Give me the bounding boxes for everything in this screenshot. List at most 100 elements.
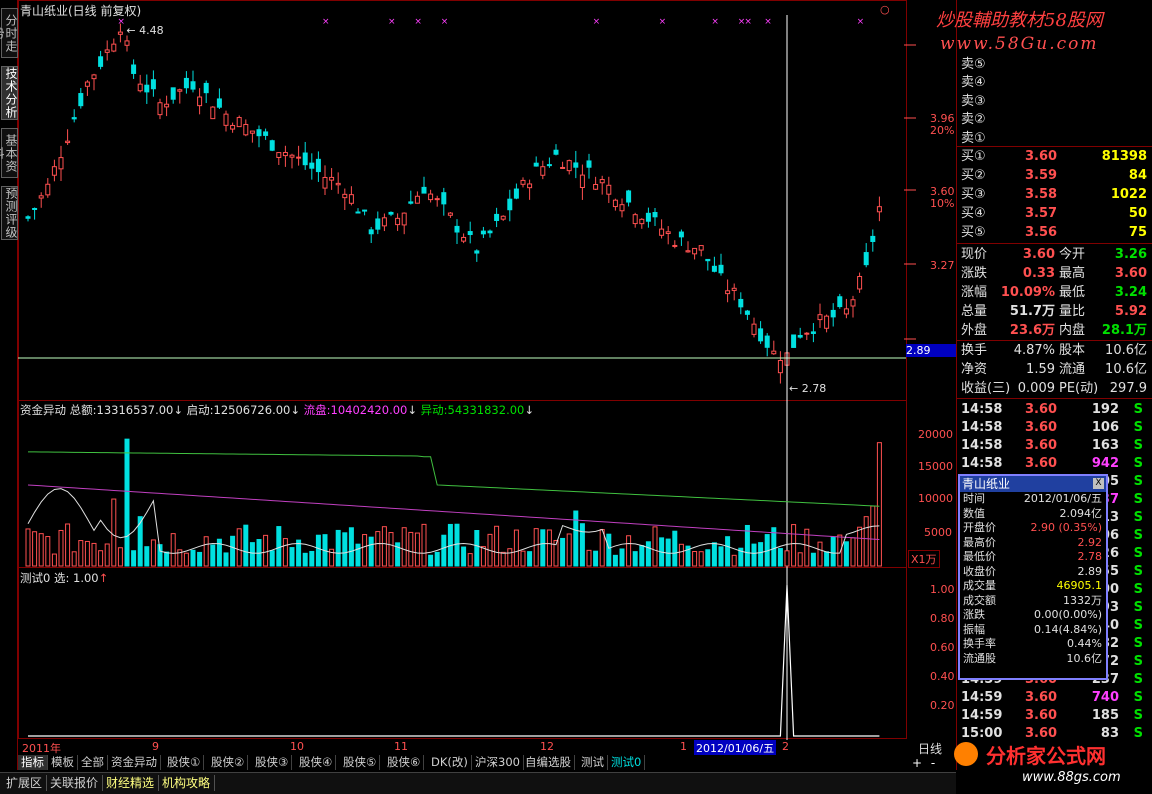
candle-body <box>388 211 394 215</box>
quote-row: 总量 51.7万 量比 5.92 <box>961 303 1151 321</box>
candle-body <box>25 216 31 219</box>
candle-body <box>150 79 156 90</box>
candle-body <box>368 229 374 235</box>
quote-label: 涨跌 <box>961 266 988 281</box>
candle-body <box>777 360 783 374</box>
tick-side: S <box>1133 438 1143 453</box>
volume-bar <box>84 540 90 567</box>
volume-bar <box>58 529 64 567</box>
formula-tab[interactable]: 全部 <box>78 755 108 770</box>
formula-tab[interactable]: 股侠④ <box>296 755 337 770</box>
data-popup-window[interactable]: 青山纸业 X 时间 2012/01/06/五 数值 2.094亿 开盘价 2.90 (0.… <box>958 474 1108 680</box>
formula-tab[interactable]: DK(改) <box>428 755 472 770</box>
tick-price: 3.60 <box>1025 708 1058 723</box>
site-logo-bottom: 分析家公式网 www.88gs.com <box>930 736 1152 793</box>
formula-tab[interactable]: 股侠② <box>208 755 249 770</box>
fund-label: 换手 <box>961 343 988 358</box>
ask-row[interactable]: 卖② <box>961 111 1151 129</box>
tab-related-quotes[interactable]: 关联报价 <box>46 775 104 791</box>
formula-tab[interactable]: 股侠③ <box>252 755 293 770</box>
tick-row: 14:59 3.60 740 S <box>961 689 1151 707</box>
candle-body <box>276 152 282 158</box>
formula-tab[interactable]: 股侠⑤ <box>340 755 381 770</box>
candle-body <box>111 43 117 52</box>
volume-bar <box>131 550 137 567</box>
candle-body <box>863 252 869 266</box>
quote-value: 0.33 <box>1022 266 1055 281</box>
bid-row[interactable]: 买④ 3.57 50 <box>961 205 1151 223</box>
candle-body <box>32 207 38 210</box>
zoom-in-button[interactable]: + <box>910 755 924 771</box>
candle-body <box>104 49 110 53</box>
bid-row[interactable]: 买⑤ 3.56 75 <box>961 224 1151 242</box>
volume-bar <box>170 533 176 567</box>
formula-tab[interactable]: 测试0 <box>608 755 646 770</box>
tab-finance-picks[interactable]: 财经精选 <box>102 775 160 791</box>
bid-row[interactable]: 买③ 3.58 1022 <box>961 186 1151 204</box>
logo-top-title: 炒股輔助教材58股网 <box>936 10 1103 31</box>
date-label-2: 2 <box>782 740 789 753</box>
fund-label: 流通 <box>1059 362 1086 377</box>
bottom-bar: 扩展区 关联报价 财经精选 机构攻略 <box>0 772 956 794</box>
signal-marker: × <box>414 17 422 27</box>
popup-value: 46905.1 <box>1056 579 1103 592</box>
fundamental-row: 换手 4.87% 股本 10.6亿 <box>961 342 1151 360</box>
candle-body <box>461 236 467 242</box>
candle-body <box>355 211 361 214</box>
tab-institution-strategy[interactable]: 机构攻略 <box>158 775 216 791</box>
volume-bar <box>98 550 104 567</box>
tab-expand-area[interactable]: 扩展区 <box>2 775 48 791</box>
popup-rows: 时间 2012/01/06/五 数值 2.094亿 开盘价 2.90 (0.35%) 最高价… <box>960 492 1106 666</box>
tab-technical[interactable]: 技术分析 <box>1 66 18 120</box>
kline-chart[interactable]: × × × × × × × × × × × ×← 4.48← 2.78 <box>18 0 956 740</box>
volume-bar <box>428 554 434 567</box>
tick-side: S <box>1133 456 1143 471</box>
tab-rating[interactable]: 预测评级 <box>1 186 18 240</box>
tick-side: S <box>1133 582 1143 597</box>
formula-tab[interactable]: 股侠① <box>164 755 205 770</box>
volume-bar <box>593 550 599 567</box>
volume-bar <box>71 551 77 567</box>
test-tick-060: 0.60 <box>930 641 955 654</box>
bid-row[interactable]: 买① 3.60 81398 <box>961 148 1151 166</box>
volume-bar <box>150 539 156 567</box>
candle-body <box>685 250 691 253</box>
close-icon[interactable]: X <box>1093 478 1104 489</box>
candle-body <box>758 328 764 342</box>
tab-fundamental[interactable]: 基本资料 <box>0 128 18 178</box>
formula-tab[interactable]: 模板 <box>48 755 78 770</box>
tab-timeshare[interactable]: 分时走势 <box>0 8 18 58</box>
candle-body <box>692 247 698 255</box>
volume-bar <box>626 535 632 567</box>
volume-bar <box>381 526 387 567</box>
candle-body <box>705 258 711 262</box>
formula-tab[interactable]: 自编选股 <box>522 755 575 770</box>
arrow-down-icon: ↓ <box>173 403 183 417</box>
volume-bar <box>51 553 57 567</box>
formula-tab[interactable]: 资金异动 <box>108 755 161 770</box>
popup-label: 开盘价 <box>963 521 996 534</box>
formula-tab[interactable]: 沪深300 <box>472 755 524 770</box>
ask-row[interactable]: 卖① <box>961 130 1151 148</box>
formula-tab[interactable]: 测试 <box>578 755 608 770</box>
volume-bar <box>777 548 783 567</box>
candle-body <box>797 334 803 338</box>
bid-row[interactable]: 买② 3.59 84 <box>961 167 1151 185</box>
candle-body <box>249 130 255 134</box>
ask-row[interactable]: 卖④ <box>961 74 1151 92</box>
formula-tab[interactable]: 指标 <box>18 755 48 770</box>
candle-body <box>467 231 473 236</box>
vol-tick-15000: 15000 <box>918 460 953 473</box>
popup-titlebar[interactable]: 青山纸业 X <box>960 476 1106 492</box>
formula-tab[interactable]: 股侠⑥ <box>384 755 425 770</box>
circle-icon[interactable]: ○ <box>880 3 890 16</box>
popup-value: 2.89 <box>1077 564 1103 578</box>
chart-area[interactable]: × × × × × × × × × × × × ← 4.48 ← 2.78 青山纸业(日线 前复权) 资金… <box>18 0 956 740</box>
volume-bar <box>500 551 506 567</box>
ask-row[interactable]: 卖③ <box>961 93 1151 111</box>
volume-bar <box>315 534 321 567</box>
quote-value: 3.60 <box>1114 266 1147 281</box>
popup-row: 成交量 46905.1 <box>960 579 1106 594</box>
candle-body <box>131 64 137 74</box>
ask-label: 卖④ <box>961 75 986 91</box>
